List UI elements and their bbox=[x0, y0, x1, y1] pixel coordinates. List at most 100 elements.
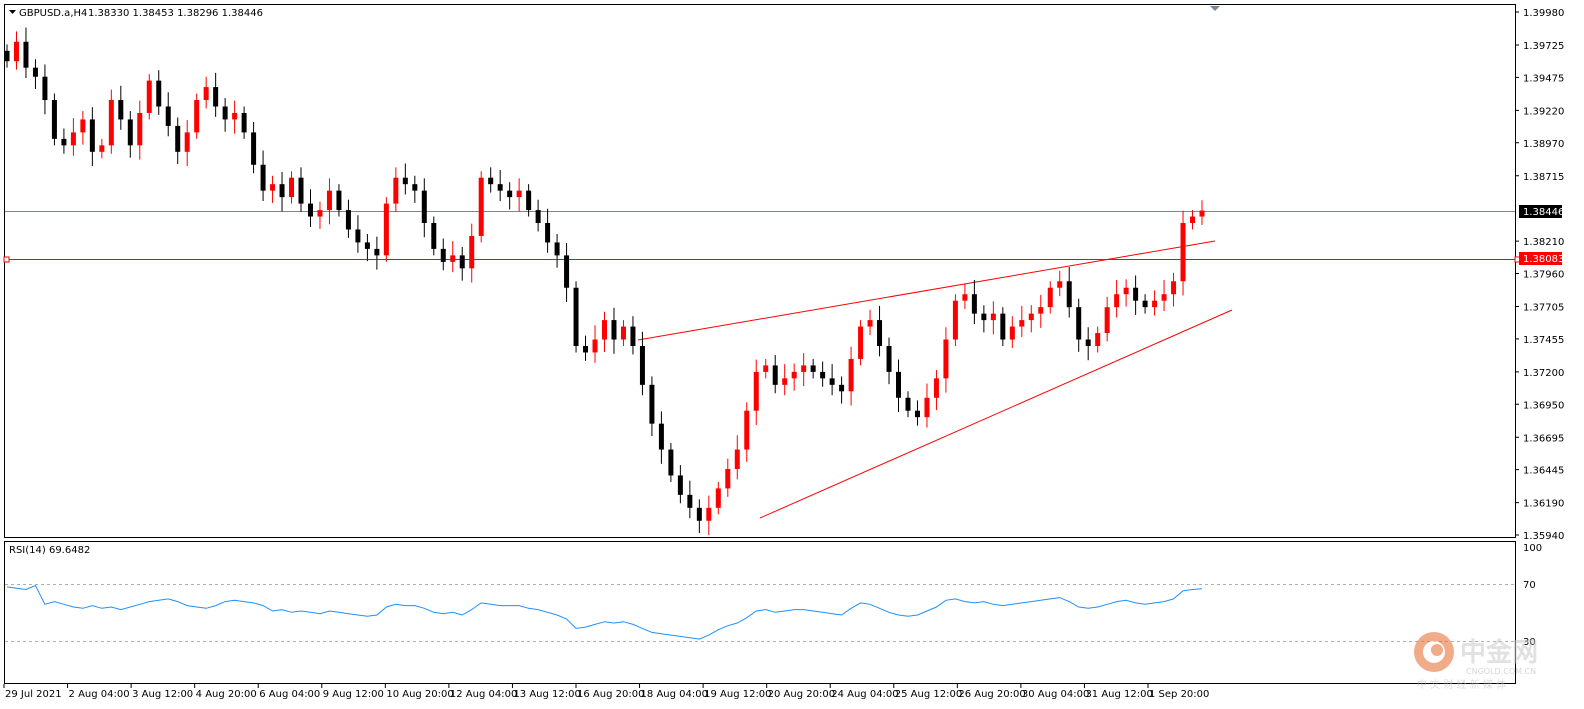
candle-bull bbox=[858, 326, 864, 359]
price-axis-label: 1.37705 bbox=[1523, 303, 1564, 314]
candle-bull bbox=[943, 339, 949, 379]
time-axis-label: 10 Aug 20:00 bbox=[386, 689, 453, 700]
price-axis-label: 1.36445 bbox=[1523, 466, 1564, 477]
candle-bear bbox=[241, 112, 247, 133]
candle-bull bbox=[70, 132, 76, 146]
candle-bull bbox=[725, 468, 731, 489]
candle-bear bbox=[535, 210, 541, 224]
candle-bull bbox=[791, 371, 797, 379]
candle-bear bbox=[896, 371, 902, 398]
candle-bear bbox=[507, 190, 513, 198]
time-axis-label: 16 Aug 20:00 bbox=[577, 689, 644, 700]
candle-bull bbox=[469, 235, 475, 269]
candle-bull bbox=[592, 339, 598, 353]
candle-bull bbox=[450, 255, 456, 262]
candle-bear bbox=[877, 320, 883, 346]
candle-bull bbox=[1161, 294, 1167, 301]
candle-bull bbox=[289, 177, 295, 198]
candle-bear bbox=[4, 50, 10, 62]
candle-bear bbox=[374, 248, 380, 256]
candle-bear bbox=[213, 87, 219, 107]
candle-bear bbox=[165, 106, 171, 126]
candle-bear bbox=[118, 100, 124, 120]
time-axis-label: 12 Aug 04:00 bbox=[450, 689, 517, 700]
price-axis-label: 1.39725 bbox=[1523, 41, 1564, 52]
candle-bear bbox=[175, 125, 181, 152]
candle-bull bbox=[137, 112, 143, 146]
candle-bear bbox=[32, 67, 38, 77]
candle-bull bbox=[924, 397, 930, 418]
price-axis-label: 1.38715 bbox=[1523, 172, 1564, 183]
price-axis-label: 1.37200 bbox=[1523, 368, 1564, 379]
candle-bull bbox=[848, 358, 854, 392]
candle-bull bbox=[706, 507, 712, 521]
time-axis-label: 9 Aug 12:00 bbox=[323, 689, 384, 700]
hline-handle-left[interactable] bbox=[3, 256, 10, 263]
chart-ohlc: 1.38330 1.38453 1.38296 1.38446 bbox=[88, 8, 263, 19]
candle-bull bbox=[1152, 300, 1158, 308]
candle-bear bbox=[222, 106, 228, 120]
candle-bear bbox=[573, 287, 579, 346]
candle-bull bbox=[1190, 216, 1196, 224]
time-axis-label: 30 Aug 04:00 bbox=[1022, 689, 1089, 700]
candle-bear bbox=[981, 313, 987, 321]
candle-bear bbox=[526, 190, 532, 211]
price-axis-label: 1.36950 bbox=[1523, 400, 1564, 411]
candle-bull bbox=[393, 177, 399, 204]
candle-bull bbox=[270, 184, 276, 191]
time-axis-label: 18 Aug 04:00 bbox=[641, 689, 708, 700]
hline-price-label: 1.38083 bbox=[1523, 254, 1564, 265]
candle-bull bbox=[1180, 223, 1186, 282]
candle-bear bbox=[687, 494, 693, 508]
candle-bear bbox=[127, 119, 133, 146]
candle-bear bbox=[677, 475, 683, 495]
candle-bear bbox=[1133, 287, 1139, 301]
time-axis-label: 25 Aug 12:00 bbox=[895, 689, 962, 700]
candle-bear bbox=[564, 255, 570, 288]
chart-symbol: GBPUSD.a,H4 bbox=[19, 8, 87, 19]
candle-bull bbox=[867, 320, 873, 327]
candle-bear bbox=[51, 100, 57, 139]
candle-bull bbox=[952, 300, 958, 340]
chart-window[interactable]: GBPUSD.a,H4 1.38330 1.38453 1.38296 1.38… bbox=[0, 0, 1584, 709]
time-axis-label: 4 Aug 20:00 bbox=[196, 689, 257, 700]
candle-bear bbox=[810, 365, 816, 372]
candle-bull bbox=[108, 100, 114, 146]
candle-bear bbox=[839, 384, 845, 392]
candle-bear bbox=[89, 119, 95, 152]
candle-bear bbox=[440, 248, 446, 262]
watermark-brand-en: CNGOLD.COM.CN bbox=[1466, 667, 1536, 676]
candle-bull bbox=[715, 488, 721, 508]
candle-bear bbox=[554, 242, 560, 256]
candle-bear bbox=[1076, 307, 1082, 340]
candle-bear bbox=[611, 320, 617, 340]
price-axis-label: 1.37960 bbox=[1523, 270, 1564, 281]
candle-bear bbox=[42, 76, 48, 101]
candle-bull bbox=[1199, 210, 1205, 217]
candle-bull bbox=[1057, 281, 1063, 288]
time-axis: 29 Jul 2021 2 Aug 04:00 3 Aug 12:00 4 Aug 2… bbox=[3, 684, 1209, 700]
candle-bull bbox=[990, 313, 996, 321]
candle-bull bbox=[516, 190, 522, 198]
candle-bull bbox=[1095, 333, 1101, 346]
candle-bull bbox=[1038, 307, 1044, 314]
candle-bull bbox=[763, 365, 769, 372]
candle-bear bbox=[820, 371, 826, 379]
candle-bull bbox=[383, 203, 389, 256]
candle-bull bbox=[1047, 287, 1053, 308]
candle-bear bbox=[658, 423, 664, 450]
candle-bull bbox=[203, 87, 209, 101]
candle-bear bbox=[497, 184, 503, 191]
candle-bear bbox=[1142, 300, 1148, 308]
time-axis-label: 29 Jul 2021 bbox=[5, 689, 62, 700]
candle-bear bbox=[421, 190, 427, 224]
candle-bear bbox=[298, 177, 304, 204]
candle-bear bbox=[583, 345, 589, 353]
candle-bear bbox=[61, 138, 67, 146]
candle-bear bbox=[905, 397, 911, 411]
candle-bear bbox=[914, 410, 920, 418]
candle-bear bbox=[412, 184, 418, 191]
candle-bear bbox=[260, 164, 266, 191]
candle-bear bbox=[971, 294, 977, 314]
candle-bull bbox=[734, 449, 740, 469]
